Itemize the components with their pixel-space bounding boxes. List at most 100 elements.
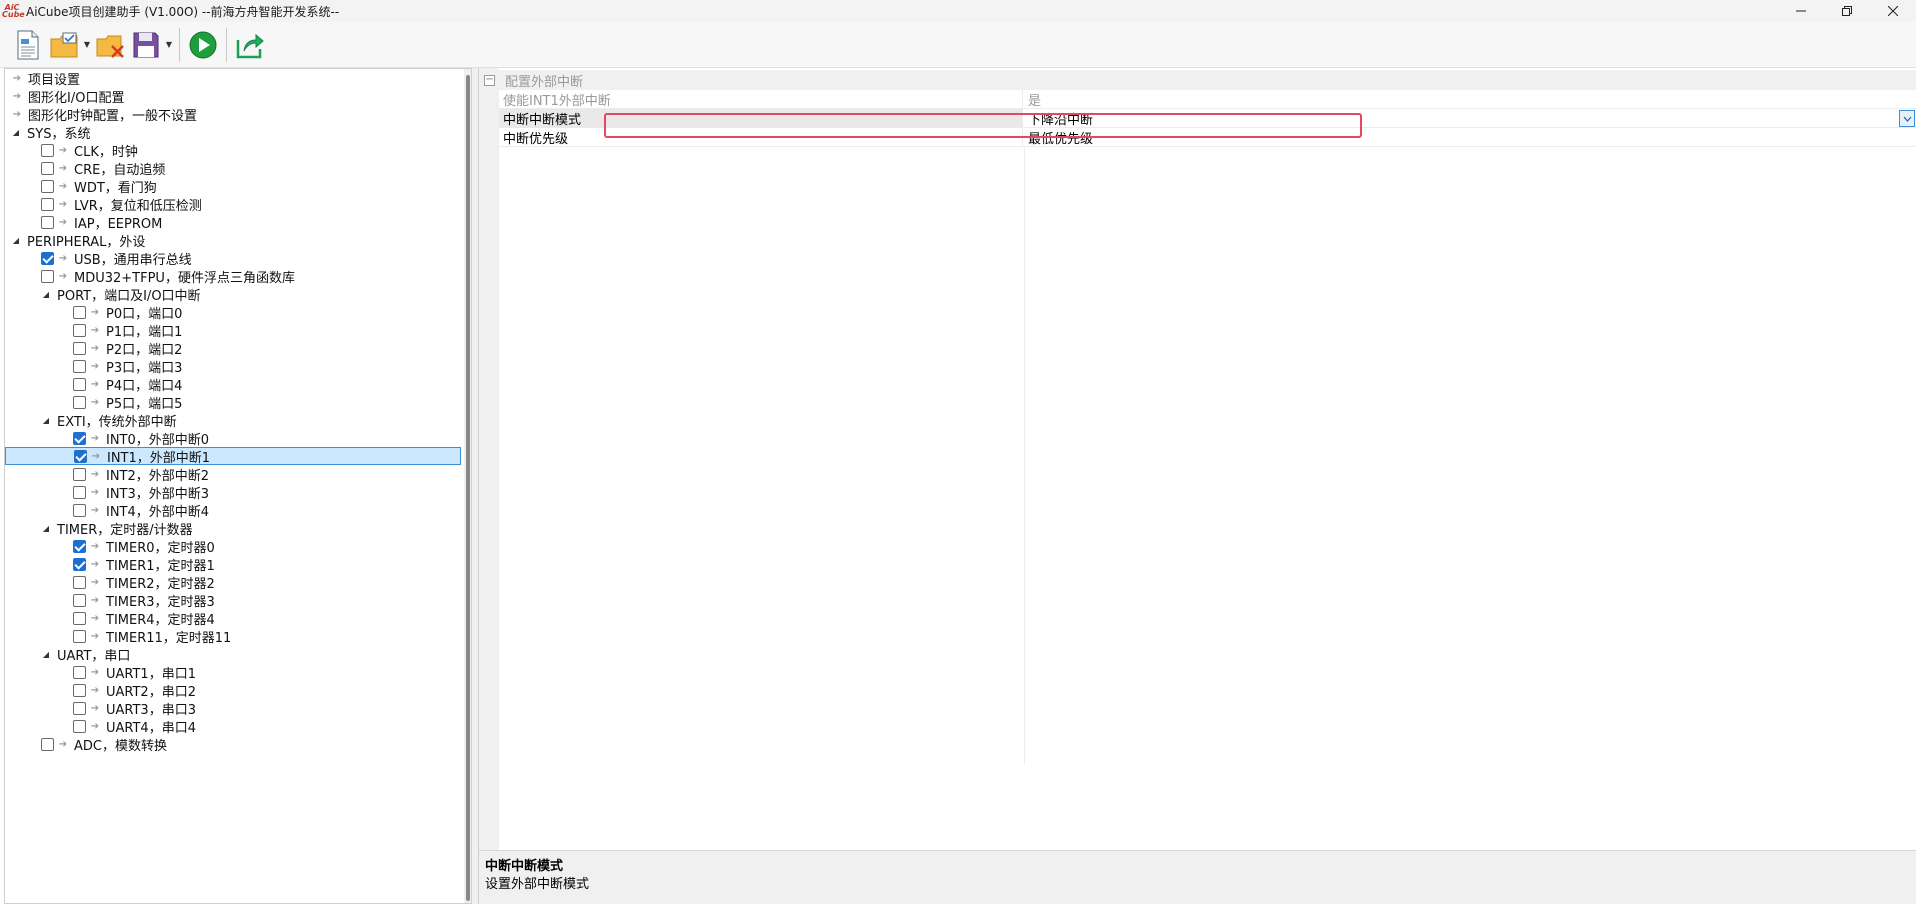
tree-item[interactable]: ➔ TIMER2，定时器2 xyxy=(5,573,461,592)
tree-item[interactable]: ➔ P0口，端口0 xyxy=(5,303,461,322)
tree-checkbox[interactable] xyxy=(73,719,86,733)
tree-item[interactable]: ➔ INT2，外部中断2 xyxy=(5,465,461,484)
tree-item[interactable]: ◢ TIMER，定时器/计数器 xyxy=(5,519,461,538)
tree-checkbox[interactable] xyxy=(73,629,86,643)
tree-item[interactable]: ➔ TIMER3，定时器3 xyxy=(5,591,461,610)
tree-item[interactable]: ➔ UART4，串口4 xyxy=(5,717,461,736)
tree-item[interactable]: ➔ MDU32+TFPU，硬件浮点三角函数库 xyxy=(5,267,461,286)
tree-checkbox[interactable] xyxy=(41,251,54,265)
tree-item[interactable]: ◢ EXTI，传统外部中断 xyxy=(5,411,461,430)
dropdown-button[interactable] xyxy=(1899,110,1915,127)
tree-item[interactable]: ➔ CLK，时钟 xyxy=(5,141,461,160)
maximize-button[interactable] xyxy=(1824,0,1870,22)
tree-item[interactable]: ➔ P2口，端口2 xyxy=(5,339,461,358)
tree-checkbox[interactable] xyxy=(74,449,87,463)
tree-checkbox[interactable] xyxy=(73,503,86,517)
tree-item[interactable]: ➔ IAP，EEPROM xyxy=(5,213,461,232)
tree-checkbox[interactable] xyxy=(41,269,54,283)
expand-collapse-icon[interactable]: ◢ xyxy=(41,645,51,663)
tree-item-label: ADC，模数转换 xyxy=(74,738,167,754)
tree-item[interactable]: ➔ UART1，串口1 xyxy=(5,663,461,682)
tree-item-label: P1口，端口1 xyxy=(106,324,183,340)
save-dropdown-arrow[interactable]: ▼ xyxy=(164,25,174,65)
tree-item[interactable]: ➔ UART3，串口3 xyxy=(5,699,461,718)
tree-checkbox[interactable] xyxy=(73,485,86,499)
tree-checkbox[interactable] xyxy=(73,395,86,409)
close-button[interactable] xyxy=(1870,0,1916,22)
tree-item[interactable]: ➔ LVR，复位和低压检测 xyxy=(5,195,461,214)
tree-checkbox[interactable] xyxy=(73,539,86,553)
collapse-icon[interactable]: − xyxy=(484,74,495,86)
tree-item[interactable]: ➔ 项目设置 xyxy=(5,69,461,88)
column-divider[interactable] xyxy=(1024,148,1025,764)
tree-checkbox[interactable] xyxy=(73,467,86,481)
run-button[interactable] xyxy=(185,25,221,65)
tree-checkbox[interactable] xyxy=(73,665,86,679)
tree-checkbox[interactable] xyxy=(73,377,86,391)
tree-item[interactable]: ➔ P5口，端口5 xyxy=(5,393,461,412)
expand-collapse-icon[interactable]: ◢ xyxy=(11,123,21,141)
expand-collapse-icon[interactable]: ◢ xyxy=(41,285,51,303)
expand-collapse-icon[interactable]: ◢ xyxy=(41,519,51,537)
tree-checkbox[interactable] xyxy=(73,431,86,445)
arrow-icon: ➔ xyxy=(58,144,68,156)
tree-item[interactable]: ◢ SYS，系统 xyxy=(5,123,461,142)
tree-checkbox[interactable] xyxy=(41,215,54,229)
tree-checkbox[interactable] xyxy=(41,737,54,751)
tree-checkbox[interactable] xyxy=(41,143,54,157)
config-tree[interactable]: ➔ 项目设置 ➔ 图形化I/O口配置 ➔ 图形化时钟配置，一般不设置 ◢ SYS，系统 ➔ CLK… xyxy=(4,68,472,904)
tree-item[interactable]: ➔ INT3，外部中断3 xyxy=(5,483,461,502)
tree-checkbox[interactable] xyxy=(73,611,86,625)
tree-checkbox[interactable] xyxy=(73,323,86,337)
tree-checkbox[interactable] xyxy=(73,359,86,373)
tree-item[interactable]: ➔ WDT，看门狗 xyxy=(5,177,461,196)
tree-item[interactable]: ◢ PORT，端口及I/O口中断 xyxy=(5,285,461,304)
tree-item[interactable]: ➔ TIMER4，定时器4 xyxy=(5,609,461,628)
arrow-icon: ➔ xyxy=(12,90,22,102)
open-project-button[interactable] xyxy=(46,25,82,65)
chevron-down-icon xyxy=(1903,116,1911,122)
tree-item[interactable]: ➔ ADC，模数转换 xyxy=(5,735,461,754)
tree-item[interactable]: ➔ P1口，端口1 xyxy=(5,321,461,340)
tree-item[interactable]: ◢ UART，串口 xyxy=(5,645,461,664)
interrupt-mode-select[interactable]: 下降沿中断 xyxy=(1024,109,1916,128)
tree-checkbox[interactable] xyxy=(41,161,54,175)
tree-item[interactable]: ➔ 图形化时钟配置，一般不设置 xyxy=(5,105,461,124)
tree-item[interactable]: ➔ CRE，自动追频 xyxy=(5,159,461,178)
tree-checkbox[interactable] xyxy=(73,341,86,355)
tree-checkbox[interactable] xyxy=(73,701,86,715)
tree-checkbox[interactable] xyxy=(73,593,86,607)
property-row-interrupt-mode[interactable]: 中断中断模式 下降沿中断 xyxy=(499,109,1916,128)
minimize-button[interactable] xyxy=(1778,0,1824,22)
tree-item[interactable]: ◢ PERIPHERAL，外设 xyxy=(5,231,461,250)
property-category[interactable]: − 配置外部中断 xyxy=(479,70,1916,90)
property-row-priority[interactable]: 中断优先级 最低优先级 xyxy=(499,128,1916,147)
tree-scrollbar[interactable] xyxy=(464,69,471,903)
tree-checkbox[interactable] xyxy=(41,179,54,193)
property-row-enable-int1[interactable]: 使能INT1外部中断 是 xyxy=(499,90,1916,109)
tree-checkbox[interactable] xyxy=(73,683,86,697)
property-grid[interactable]: − 配置外部中断 使能INT1外部中断 是 中断中断模式 下降沿中断 中断优先级… xyxy=(479,68,1916,850)
tree-item[interactable]: ➔ TIMER11，定时器11 xyxy=(5,627,461,646)
expand-collapse-icon[interactable]: ◢ xyxy=(41,411,51,429)
tree-item[interactable]: ➔ P3口，端口3 xyxy=(5,357,461,376)
tree-item[interactable]: ➔ UART2，串口2 xyxy=(5,681,461,700)
expand-collapse-icon[interactable]: ◢ xyxy=(11,231,21,249)
tree-checkbox[interactable] xyxy=(73,305,86,319)
tree-item[interactable]: ➔ USB，通用串行总线 xyxy=(5,249,461,268)
tree-item[interactable]: ➔ TIMER0，定时器0 xyxy=(5,537,461,556)
tree-item[interactable]: ➔ 图形化I/O口配置 xyxy=(5,87,461,106)
tree-checkbox[interactable] xyxy=(73,575,86,589)
tree-item[interactable]: ➔ INT0，外部中断0 xyxy=(5,429,461,448)
tree-checkbox[interactable] xyxy=(73,557,86,571)
export-button[interactable] xyxy=(232,25,268,65)
save-project-button[interactable] xyxy=(128,25,164,65)
close-project-button[interactable] xyxy=(92,25,128,65)
tree-item[interactable]: ➔ P4口，端口4 xyxy=(5,375,461,394)
tree-item[interactable]: ➔ INT4，外部中断4 xyxy=(5,501,461,520)
tree-checkbox[interactable] xyxy=(41,197,54,211)
open-dropdown-arrow[interactable]: ▼ xyxy=(82,25,92,65)
new-project-button[interactable] xyxy=(10,25,46,65)
tree-item[interactable]: ➔ TIMER1，定时器1 xyxy=(5,555,461,574)
tree-item[interactable]: ➔ INT1，外部中断1 xyxy=(5,447,461,466)
